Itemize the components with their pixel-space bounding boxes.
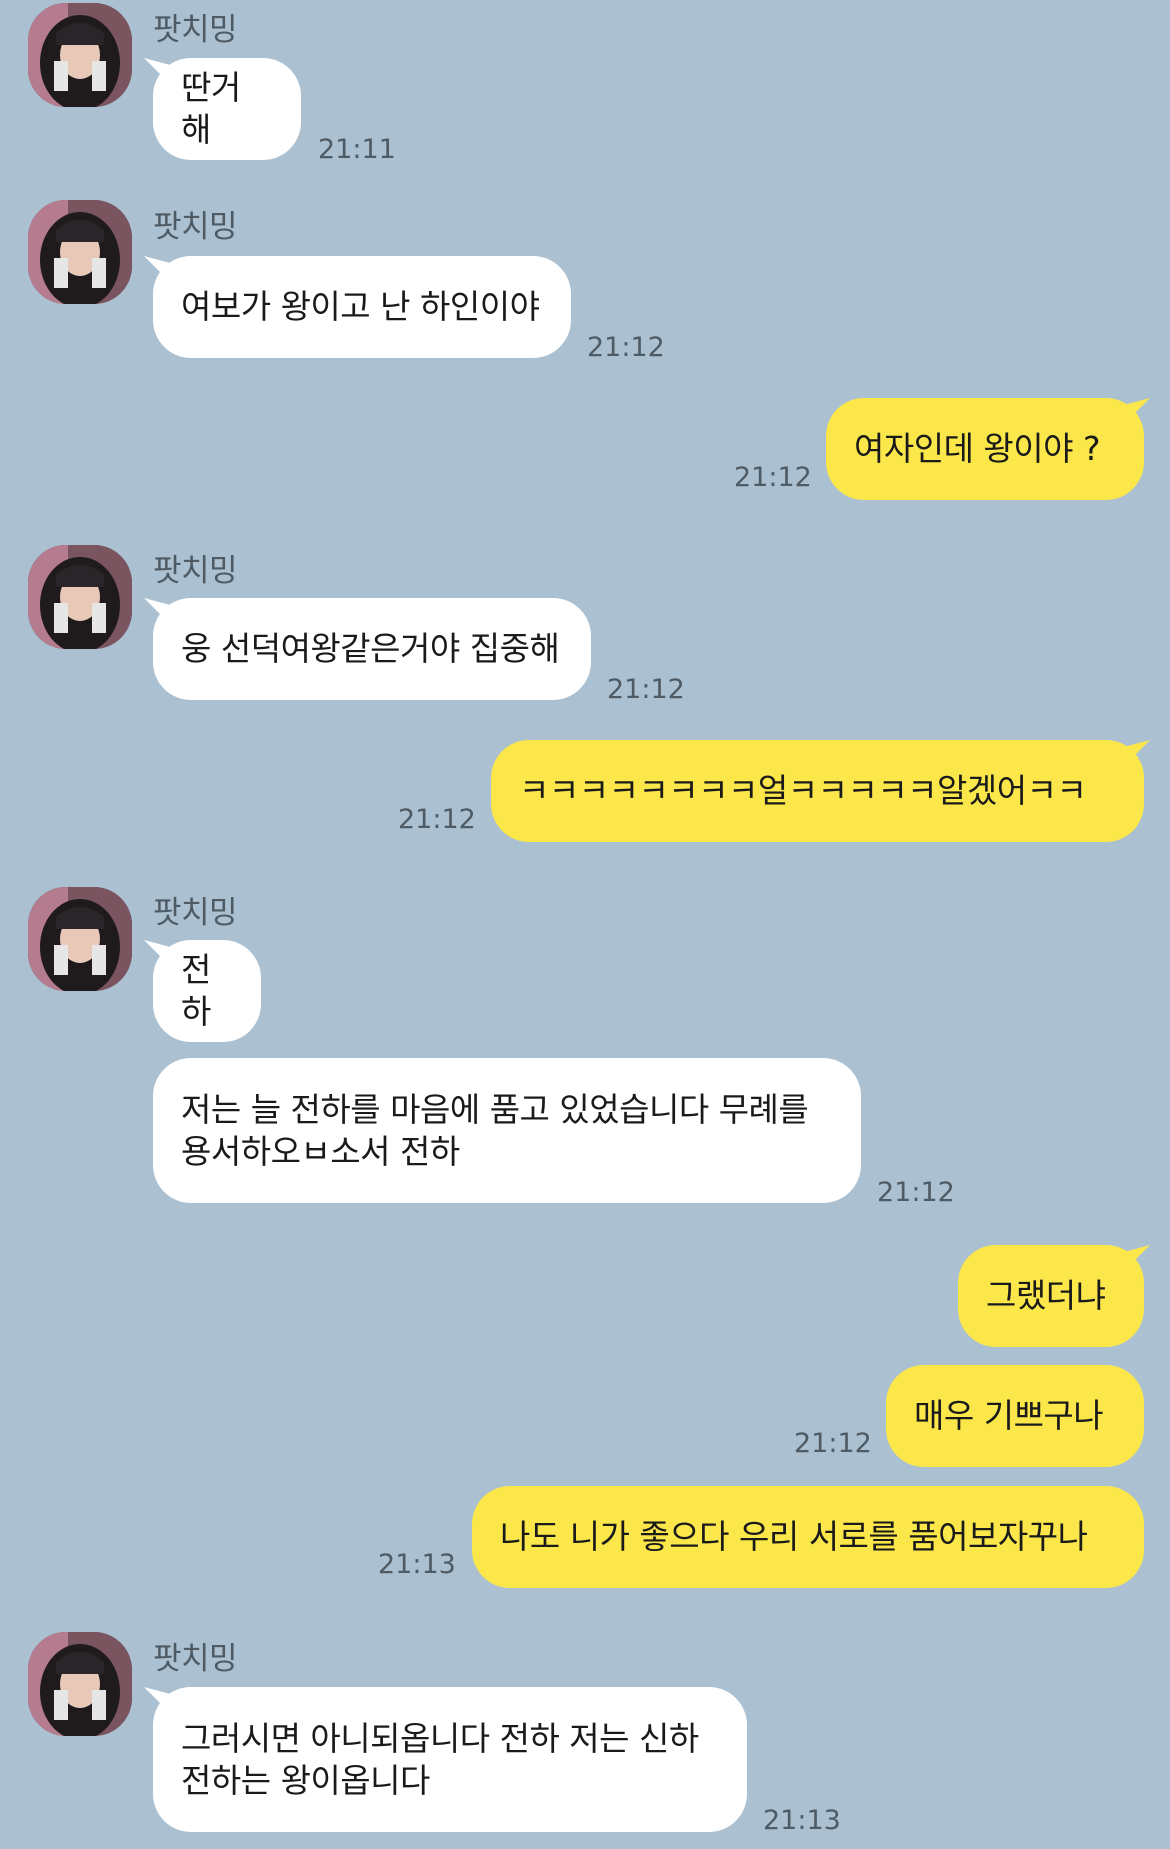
sender-name: 팟치밍 xyxy=(153,209,238,245)
contact-avatar[interactable] xyxy=(28,200,132,304)
message-bubble-incoming[interactable]: 딴거 해 xyxy=(153,58,301,160)
bubble-tail xyxy=(1120,1245,1150,1275)
contact-avatar[interactable] xyxy=(28,3,132,107)
bubble-tail xyxy=(1120,398,1150,428)
message-bubble-incoming[interactable]: 전하 xyxy=(153,940,261,1042)
message-time: 21:13 xyxy=(763,1805,841,1836)
chat-area[interactable]: 팟치밍 딴거 해 21:11 팟치밍 여보가 왕이고 난 하인이야 21:12 … xyxy=(0,0,1170,1849)
message-time: 21:13 xyxy=(378,1549,456,1580)
message-time: 21:12 xyxy=(587,332,665,363)
message-bubble-outgoing[interactable]: 여자인데 왕이야 ? xyxy=(826,398,1144,500)
bubble-tail xyxy=(1120,740,1150,770)
message-time: 21:12 xyxy=(794,1428,872,1459)
message-bubble-outgoing[interactable]: 그랬더냐 xyxy=(958,1245,1144,1347)
message-bubble-incoming[interactable]: 저는 늘 전하를 마음에 품고 있었습니다 무례를 용서하오ㅂ소서 전하 xyxy=(153,1058,861,1203)
contact-avatar[interactable] xyxy=(28,545,132,649)
message-bubble-incoming[interactable]: 웅 선덕여왕같은거야 집중해 xyxy=(153,598,591,700)
sender-name: 팟치밍 xyxy=(153,12,238,48)
avatar-photo xyxy=(28,200,132,304)
message-time: 21:11 xyxy=(318,134,396,165)
message-bubble-outgoing[interactable]: ㅋㅋㅋㅋㅋㅋㅋㅋ얼ㅋㅋㅋㅋㅋ알겠어ㅋㅋ xyxy=(491,740,1144,842)
avatar-photo xyxy=(28,1632,132,1736)
message-bubble-incoming[interactable]: 그러시면 아니되옵니다 전하 저는 신하 전하는 왕이옵니다 xyxy=(153,1687,747,1832)
contact-avatar[interactable] xyxy=(28,887,132,991)
sender-name: 팟치밍 xyxy=(153,553,238,589)
message-time: 21:12 xyxy=(734,462,812,493)
message-time: 21:12 xyxy=(607,674,685,705)
message-time: 21:12 xyxy=(877,1177,955,1208)
message-bubble-outgoing[interactable]: 나도 니가 좋으다 우리 서로를 품어보자꾸나 xyxy=(472,1486,1144,1588)
avatar-photo xyxy=(28,887,132,991)
avatar-photo xyxy=(28,3,132,107)
avatar-photo xyxy=(28,545,132,649)
sender-name: 팟치밍 xyxy=(153,895,238,931)
message-time: 21:12 xyxy=(398,804,476,835)
message-bubble-incoming[interactable]: 여보가 왕이고 난 하인이야 xyxy=(153,256,571,358)
contact-avatar[interactable] xyxy=(28,1632,132,1736)
sender-name: 팟치밍 xyxy=(153,1641,238,1677)
message-bubble-outgoing[interactable]: 매우 기쁘구나 xyxy=(886,1365,1144,1467)
